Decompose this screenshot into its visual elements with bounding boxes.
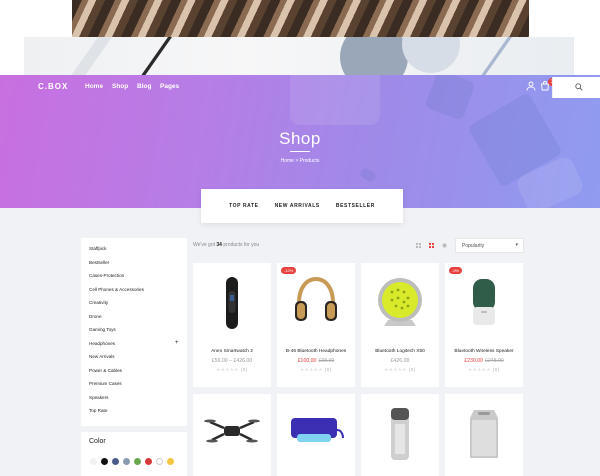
tab-bestseller[interactable]: BESTSELLER [336,203,375,209]
category-sidebar: Staffpick Bestseller Cases-Protection Ce… [81,238,187,426]
user-icon[interactable] [526,81,536,91]
product-name[interactable]: Bluetooth Logitech X50 [361,349,439,354]
speaker-logitech-image [378,278,422,326]
category-speakers[interactable]: Speakers [89,395,108,400]
sort-value: Popularity [462,243,485,249]
search-button[interactable] [552,77,600,98]
product-card[interactable] [277,394,355,476]
product-card[interactable]: Aneo Smartwatch 2 £56.00 – £426.00 ★★★★★… [193,263,271,387]
breadcrumb: Home > Products [280,158,320,164]
logo[interactable]: C.BOX [38,82,68,91]
background-image-texture [72,0,529,37]
tab-new-arrivals[interactable]: NEW ARRIVALS [275,203,320,209]
category-power-cables[interactable]: Power & Cables [89,368,122,373]
sale-badge: -9% [449,267,463,274]
product-card[interactable] [193,394,271,476]
rating: ★★★★★ (0) [216,367,248,372]
title-divider [290,151,310,152]
product-tabs: TOP RATE NEW ARRIVALS BESTSELLER [201,189,403,223]
color-filter-title: Color [89,438,106,445]
bose-speaker-image [470,410,498,458]
page: Shop Home > Products C.BOX Home Shop Blo… [0,0,600,476]
category-cell-phones[interactable]: Cell Phones & Accessories [89,287,144,292]
category-headphones[interactable]: Headphones [89,341,115,346]
nav-pages[interactable]: Pages [160,83,179,90]
product-price: £230.00 £248.00 [464,358,504,364]
product-card[interactable] [361,394,439,476]
chevron-down-icon: ▾ [515,242,518,248]
category-new-arrivals[interactable]: New Arrivals [89,354,115,359]
product-name[interactable]: Aneo Smartwatch 2 [193,349,271,354]
grid-view-icon[interactable] [429,243,434,248]
rating: ★★★★★ (0) [468,367,500,372]
category-staffpick[interactable]: Staffpick [89,246,107,251]
nav-home[interactable]: Home [85,83,103,90]
rating: ★★★★★ (0) [300,367,332,372]
product-price: £100.00 £98.00 [297,358,335,364]
color-swatch[interactable] [101,458,108,465]
list-view-icon[interactable] [416,243,421,248]
category-top-rate[interactable]: Top Rate [89,408,107,413]
product-card[interactable]: Bluetooth Logitech X50 £426.00 ★★★★★ (0) [361,263,439,387]
product-card[interactable]: -12% B-46 Bluetooth Headphones £100.00 £9… [277,263,355,387]
product-card[interactable] [445,394,523,476]
sale-badge: -12% [281,267,297,274]
category-gaming-toys[interactable]: Gaming Toys [89,327,116,332]
headphones-image [295,276,337,321]
smartwatch-image [226,277,238,329]
color-swatch[interactable] [145,458,152,465]
compact-view-icon[interactable] [442,243,447,248]
color-swatch[interactable] [90,458,97,465]
product-card[interactable]: -9% Bluetooth Wireless Speaker £230.00 £2… [445,263,523,387]
category-cases-protection[interactable]: Cases-Protection [89,273,124,278]
color-swatch[interactable] [112,458,119,465]
product-price: £56.00 – £426.00 [211,358,253,364]
category-creativity[interactable]: Creativity [89,300,108,305]
color-swatch[interactable] [134,458,141,465]
color-filter: Color [81,432,187,476]
category-drone[interactable]: Drone [89,314,102,319]
color-swatch[interactable] [156,458,163,465]
product-price: £426.00 [390,358,410,364]
product-name[interactable]: Bluetooth Wireless Speaker [445,349,523,354]
color-swatch[interactable] [167,458,174,465]
nav-shop[interactable]: Shop [112,83,128,90]
color-swatch[interactable] [123,458,130,465]
smart-speaker-image [391,408,409,460]
product-name[interactable]: B-46 Bluetooth Headphones [277,349,355,354]
rating: ★★★★★ (0) [384,367,416,372]
page-title: Shop [279,129,321,148]
category-bestseller[interactable]: Bestseller [89,260,109,265]
result-count: We've got 34 products for you [193,242,260,248]
top-navigation: C.BOX Home Shop Blog Pages 3 [24,75,574,99]
background-image-gadgets [24,37,574,77]
category-premium-cases[interactable]: Premium Cases [89,381,122,386]
wireless-speaker-image [473,279,495,325]
expand-icon[interactable]: + [175,340,179,346]
gaming-device-image [291,418,344,442]
sort-dropdown[interactable]: Popularity ▾ [455,238,524,253]
search-icon [575,83,583,91]
nav-blog[interactable]: Blog [137,83,151,90]
tab-top-rate[interactable]: TOP RATE [229,203,259,209]
drone-image [204,419,260,443]
